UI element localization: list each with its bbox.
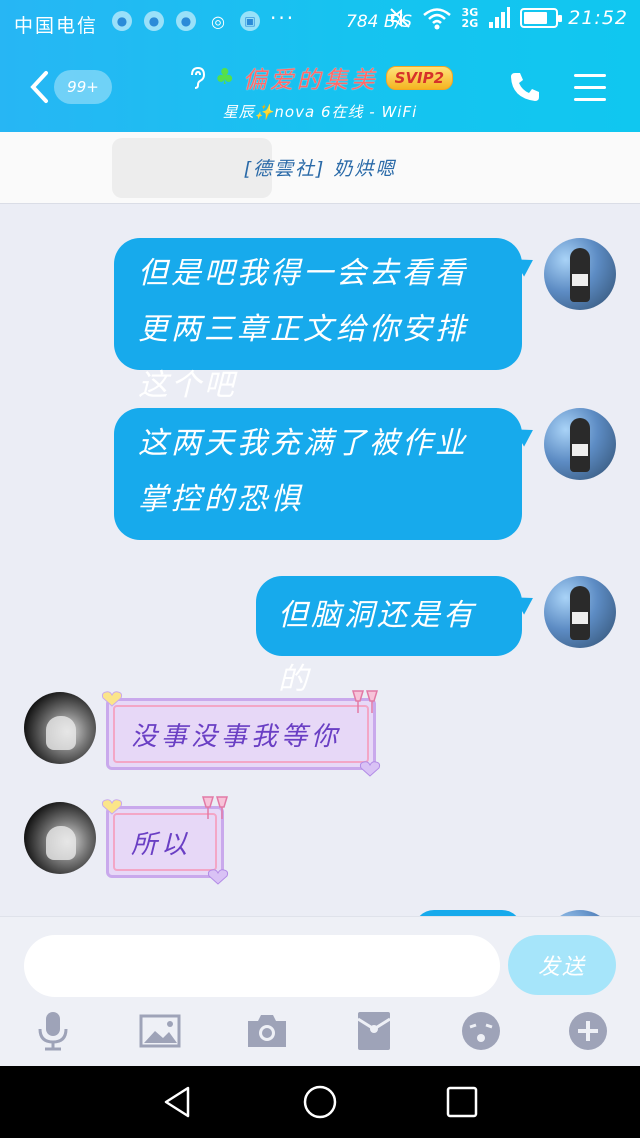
emoji-icon[interactable] (459, 1009, 503, 1053)
signal-icon (489, 7, 511, 28)
back-nav-icon[interactable] (160, 1084, 196, 1120)
message-list[interactable]: 但是吧我得一会去看看更两三章正文给你安排这个吧 这两天我充满了被作业掌控的恐惧 … (0, 204, 640, 916)
gallery-icon: ▣ (240, 11, 260, 31)
wine-glass-icon (351, 690, 379, 713)
plus-icon[interactable] (566, 1009, 610, 1053)
recents-nav-icon[interactable] (444, 1084, 480, 1120)
my-avatar[interactable] (544, 238, 616, 310)
heart-icon (207, 869, 229, 885)
message-bubble[interactable]: 这两天我充满了被作业掌控的恐惧 (114, 408, 522, 540)
contact-avatar[interactable] (24, 802, 96, 874)
back-icon[interactable] (28, 70, 52, 104)
system-nav-bar (0, 1066, 640, 1138)
top-bar: 中国电信 ● ● ● ◎ ▣ ··· 784 B/S 3G 2G 21:52 9… (0, 0, 640, 132)
chat-header: 99+ ♣ 偏爱的集美 SVIP2 星辰✨nova 6在线 - WiFi (0, 52, 640, 132)
pinned-notice-text: [德雲社] 奶烘嗯 (243, 158, 397, 180)
message-bubble[interactable]: 没事没事我等你 (101, 690, 381, 777)
contact-avatar[interactable] (24, 692, 96, 764)
heart-icon (359, 761, 381, 777)
online-status: 星辰✨nova 6在线 - WiFi (222, 103, 418, 121)
message-bubble[interactable]: 所以 (101, 796, 229, 885)
app-notification-icon: ● (144, 11, 164, 31)
svip-badge: SVIP2 (385, 65, 454, 90)
microphone-icon[interactable] (31, 1009, 75, 1053)
composer: 发送 (0, 916, 640, 1066)
app-notification-icon: ● (176, 11, 196, 31)
my-avatar[interactable] (544, 576, 616, 648)
chat-title: 偏爱的集美 (242, 66, 378, 94)
message-text: 所以 (131, 829, 192, 860)
status-bar: 中国电信 ● ● ● ◎ ▣ ··· 784 B/S 3G 2G 21:52 (0, 0, 640, 46)
home-nav-icon[interactable] (302, 1084, 338, 1120)
wifi-icon (422, 8, 451, 30)
message-text: 但是吧我得一会去看看更两三章正文给你安排这个吧 (138, 256, 468, 403)
notification-icons: ● ● ● ◎ ▣ (112, 11, 260, 31)
message-text: 没事没事我等你 (131, 721, 342, 752)
red-packet-icon[interactable] (352, 1009, 396, 1053)
chat-title-area[interactable]: ♣ 偏爱的集美 SVIP2 星辰✨nova 6在线 - WiFi (170, 60, 470, 122)
message-bubble[interactable]: 但脑洞还是有的 (256, 576, 522, 697)
heart-icon (101, 799, 123, 815)
ear-icon (190, 66, 205, 89)
clock: 21:52 (568, 7, 628, 29)
phone-icon[interactable] (508, 70, 542, 104)
sprout-icon: ♣ (214, 65, 235, 90)
message-input[interactable] (24, 935, 500, 997)
more-notifications: ··· (270, 6, 296, 30)
message-bubble[interactable]: 但是吧我得一会去看看更两三章正文给你安排这个吧 (114, 238, 522, 403)
menu-icon[interactable] (574, 74, 606, 102)
carrier-label: 中国电信 (14, 15, 99, 37)
message-text: 这两天我充满了被作业掌控的恐惧 (138, 426, 468, 517)
mute-icon (389, 8, 410, 28)
network-type: 3G 2G (461, 6, 479, 30)
my-avatar[interactable] (544, 408, 616, 480)
message-text: 但脑洞还是有的 (278, 598, 476, 697)
battery-icon (520, 8, 563, 28)
heart-icon (101, 691, 123, 707)
camera-icon[interactable] (245, 1009, 289, 1053)
composer-toolbar (0, 1005, 640, 1061)
weibo-icon: ◎ (211, 11, 225, 31)
unread-count-badge[interactable]: 99+ (54, 70, 112, 104)
pinned-notice[interactable]: [德雲社] 奶烘嗯 (0, 132, 640, 204)
image-icon[interactable] (138, 1009, 182, 1053)
app-notification-icon: ● (112, 11, 132, 31)
send-button[interactable]: 发送 (508, 935, 616, 995)
wine-glass-icon (201, 796, 229, 819)
